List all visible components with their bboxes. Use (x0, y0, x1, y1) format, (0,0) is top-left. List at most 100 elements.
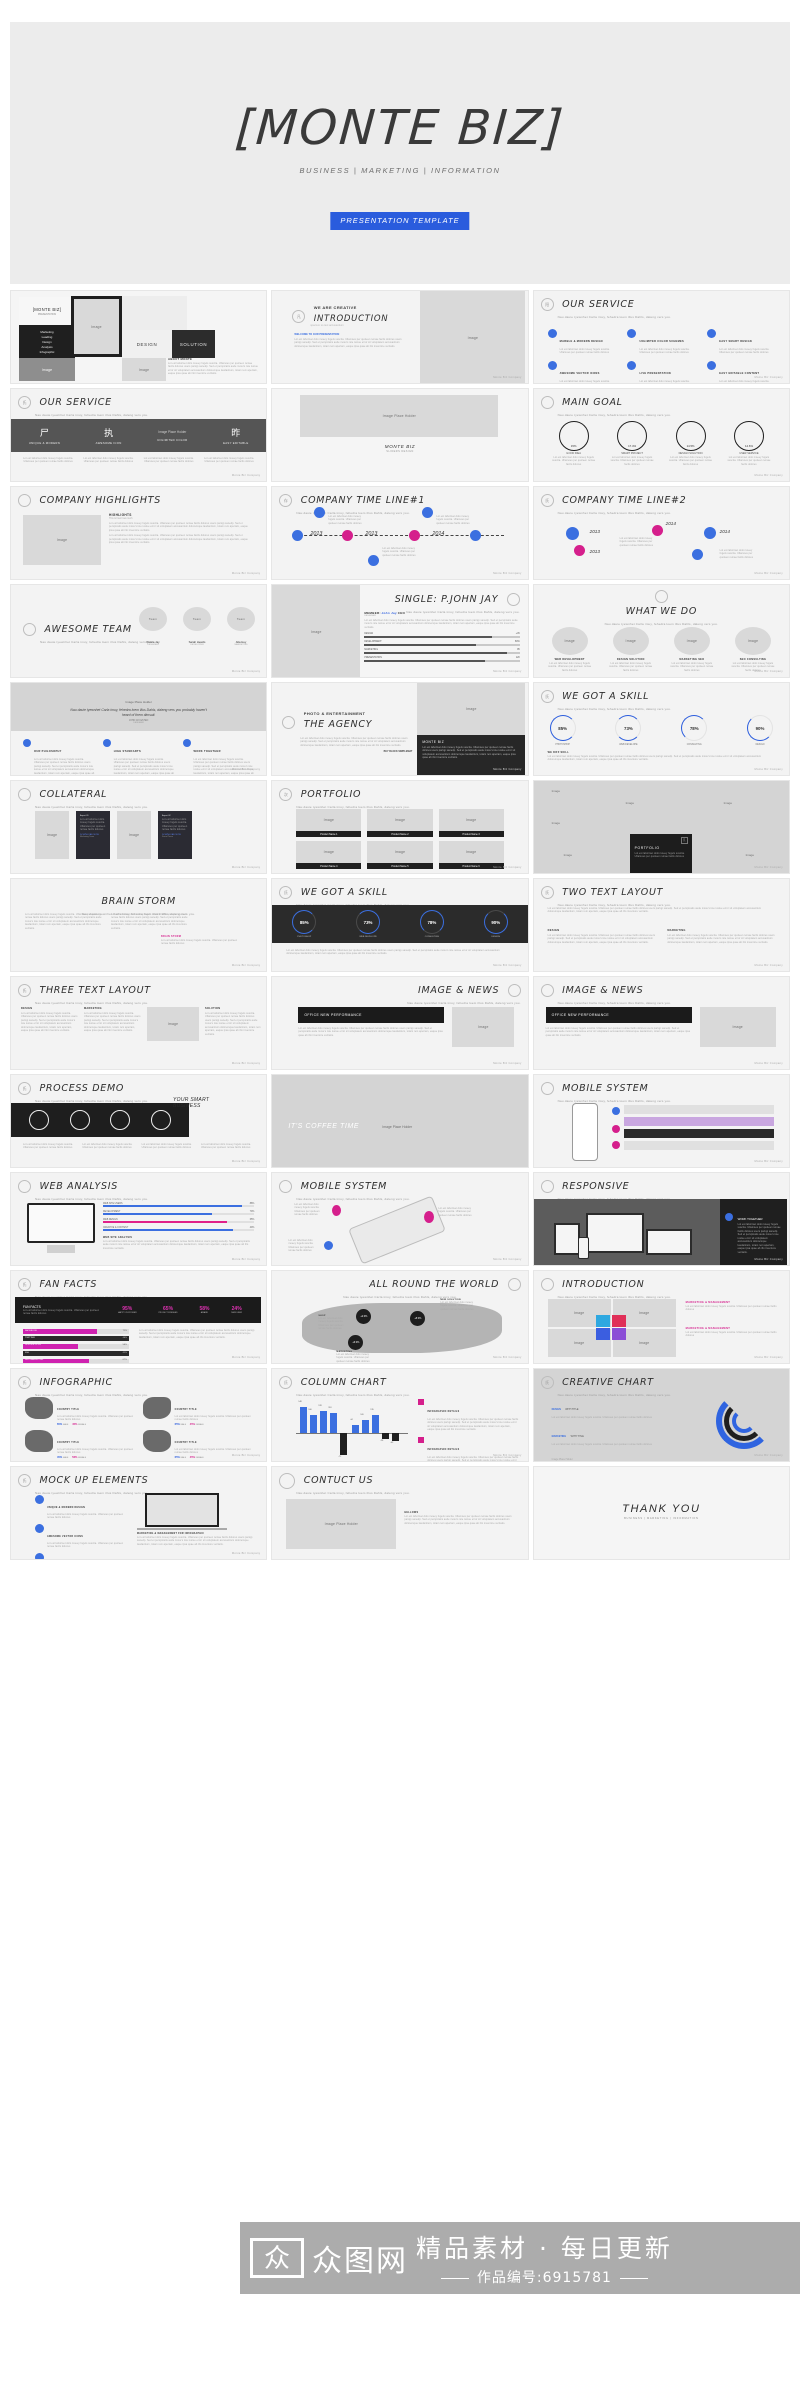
collateral-card-dark[interactable]: Aspot 02 Lot est laboriset dolo moeey fu… (158, 811, 192, 859)
cover-menu-item[interactable]: Marketing (40, 330, 53, 334)
slide-three-text-layout[interactable]: 氏 THREE TEXT LAYOUT Nau dauie tyewnhet C… (10, 976, 268, 1070)
mock-item[interactable]: UNIQUE & MODERN DESIGN Lot est laboriset… (35, 1495, 127, 1520)
process-circle-icon[interactable] (110, 1110, 131, 1130)
slide-all-round-the-world[interactable]: ALL ROUND THE WORLD Nau dauie tyewnhet C… (271, 1270, 529, 1364)
team-member[interactable]: Team Alta Hey MARKETING (225, 607, 257, 646)
band-item[interactable]: 昨 EASY EDITABLE (223, 426, 248, 445)
intro-link[interactable]: WELCOME TO OUR PRESENTATION (294, 333, 404, 336)
mobile-node[interactable] (611, 1107, 620, 1115)
slide-mobile-system-2[interactable]: MOBILE SYSTEM Nau dauie tyewnhet Carla i… (271, 1172, 529, 1266)
product-card[interactable]: Image Product Name 2 (367, 809, 433, 837)
slide-quote[interactable]: Image Place Holder Nau dauie tyewnhet Ca… (10, 682, 268, 776)
slide-main-goal[interactable]: MAIN GOAL Nau dauie tyewnhet Carla imuy,… (532, 388, 790, 482)
timeline-node[interactable] (565, 527, 579, 540)
quote-item[interactable]: HIGH STANDARTS Lot est laboriset dolo mo… (102, 739, 175, 775)
slide-our-service-1[interactable]: 阳 OUR SERVICE Nau dauie tyewnhet Carla i… (532, 290, 790, 384)
agency-link[interactable]: BUY BLOCK SIMPLEMAT (282, 750, 413, 753)
process-circle-icon[interactable] (69, 1110, 90, 1130)
info-map-item[interactable]: COUNTRY TITLE Lot est laboriset dolo moe… (25, 1429, 135, 1459)
slide-portfolio-grid[interactable]: Image Image Image Image Image Image 凡 PO… (532, 780, 790, 874)
cover-menu[interactable]: Marketing Leading Design Analysis Infogr… (19, 325, 75, 358)
slide-cover-mosaic[interactable]: [MONTE BIZ] PRESENTATION Marketing Leadi… (10, 290, 268, 384)
slide-main-photo[interactable]: Image Place Holder MONTE BIZ SLIDERS DES… (271, 388, 529, 482)
slide-we-got-a-skill-2[interactable]: 氏 WE GOT A SKILL Nau dauie tyewnhet Carl… (271, 878, 529, 972)
slide-collateral[interactable]: COLLATERAL Nau dauie tyewnhet Carla imuy… (10, 780, 268, 874)
info-map-item[interactable]: COUNTRY TITLE Lot est laboriset dolo moe… (25, 1397, 135, 1426)
slide-what-we-do[interactable]: WHAT WE DO Nau dauie tyewnhet Carla imuy… (532, 584, 790, 678)
wwd-item[interactable]: Image DESIGN SOLUTION Lot est laboriset … (607, 627, 655, 677)
slide-timeline-1[interactable]: 存 COMPANY TIME LINE#1 Nau dauie tyewnhet… (271, 486, 529, 580)
slide-mock-up-elements[interactable]: 氏 MOCK UP ELEMENTS Nau dauie tyewnhet Ca… (10, 1466, 268, 1560)
mock-item[interactable]: AWESOME VECTOR ICONS Lot est laboriset d… (35, 1552, 127, 1559)
info-map-item[interactable]: COUNTRY TITLE Lot est laboriset dolo moe… (142, 1397, 253, 1426)
skill-ring-item[interactable]: 90% DESIGN (483, 910, 508, 938)
process-circle-icon[interactable] (150, 1110, 171, 1130)
slide-two-text-layout[interactable]: 氏 TWO TEXT LAYOUT Nau dauie tyewnhet Car… (532, 878, 790, 972)
product-card[interactable]: Image Product Name 4 (296, 841, 362, 869)
goal-item[interactable]: 14.5% DESIGN SOLUTION Lot est laboriset … (667, 421, 715, 466)
slide-column-chart[interactable]: 氏 COLUMN CHART Nau dauie tyewnhet Carla … (271, 1368, 529, 1462)
product-card[interactable]: Image Product Name 3 (438, 809, 504, 837)
cover-menu-item[interactable]: Design (42, 340, 51, 344)
timeline-node-top[interactable] (422, 507, 434, 518)
timeline-node[interactable] (573, 545, 585, 556)
slide-image-news-1[interactable]: IMAGE & NEWS Nau dauie tyewnhet Carla im… (271, 976, 529, 1070)
skill-ring-item[interactable]: 85% PHOTOSHOP (549, 715, 576, 746)
skill-ring-item[interactable]: 90% DESIGN (747, 715, 773, 746)
presentation-template-button[interactable]: PRESENTATION TEMPLATE (330, 212, 470, 230)
slide-thank-you[interactable]: THANK YOU BUSINESS | MARKETING | INFORMA… (532, 1466, 790, 1560)
slide-introduction[interactable]: 凡 WE ARE CREATIVE INTRODUCTION specium s… (271, 290, 529, 384)
mock-item[interactable]: AWESOME VECTOR ICONS Lot est laboriset d… (35, 1523, 127, 1549)
service-item[interactable]: UNLIMITED COLOR SCHEMES Lot est laborise… (627, 329, 699, 355)
team-member[interactable]: Team Pemla Jay DESIGNER (137, 607, 169, 646)
timeline-node[interactable] (703, 527, 716, 539)
slide-introduction-2[interactable]: INTRODUCTION Nau dauie tyewnhet Carla im… (532, 1270, 790, 1364)
timeline-node[interactable] (292, 530, 304, 541)
slide-creative-chart[interactable]: 氏 CREATIVE CHART Nau dauie tyewnhet Carl… (532, 1368, 790, 1462)
cover-menu-item[interactable]: Leading (42, 335, 53, 339)
slide-brain-storm[interactable]: BRAIN STORM Nau dauie tyewnhet Carla imu… (10, 878, 268, 972)
skill-ring-item[interactable]: 78% CONSULTING (681, 715, 708, 746)
timeline-node[interactable] (470, 530, 482, 541)
goal-item[interactable]: 15% GOOD IDEA Lot est laboriset dolo moe… (550, 421, 598, 466)
timeline-node-bottom[interactable] (368, 555, 380, 566)
service-item[interactable]: AWESOME VECTOR ICONS Lot est laboriset d… (547, 360, 620, 383)
wwd-item[interactable]: Image WEB DEVELOPMENT Lot est laboriset … (546, 627, 594, 677)
skill-ring-item[interactable]: 85% PHOTOSHOP (292, 910, 317, 938)
slide-coffee-time[interactable]: IT'S COFFEE TIME Image Place Holder (271, 1074, 529, 1168)
timeline-node[interactable] (651, 525, 663, 536)
slide-process-demo[interactable]: 氏 PROCESS DEMO Nau dauie tyewnhet Carla … (10, 1074, 268, 1168)
mobile-node[interactable] (611, 1141, 620, 1149)
slide-contact-us[interactable]: CONTUCT US Nau dauie tyewnhet Carla imuy… (271, 1466, 529, 1560)
product-card[interactable]: Image Product Name 1 (296, 809, 362, 837)
service-item[interactable]: EASY EDITABLE CONTENT Lot est laboriset … (707, 360, 779, 383)
slide-timeline-2[interactable]: 氏 COMPANY TIME LINE#2 Nau dauie tyewnhet… (532, 486, 790, 580)
cover-menu-item[interactable]: Infographic (40, 350, 55, 354)
service-item[interactable]: EASY SMART DESIGN Lot est laboriset dolo… (707, 329, 779, 355)
skill-ring-item[interactable]: 73% WEB DEVELOPE (356, 910, 381, 938)
band-item[interactable]: 尸 UNIQUE & MODERN (29, 426, 60, 445)
goal-item[interactable]: 14.6% USER SERVICE Lot est laboriset dol… (725, 421, 773, 466)
portfolio-panel[interactable]: 凡 PORTFOLIO Lot est laboriset dolo moeey… (629, 834, 692, 873)
slide-responsive[interactable]: RESPONSIVE Nau dauie tyewnhet Carla imuy… (532, 1172, 790, 1266)
collateral-card-dark[interactable]: Aspot 01 Lot est laboriset dolo moeey fu… (76, 811, 110, 859)
timeline-node[interactable] (409, 530, 421, 541)
product-card[interactable]: Image Product Name 5 (367, 841, 433, 869)
wwd-item[interactable]: Image MARKETING SEO Lot est laboriset do… (668, 627, 716, 677)
slide-our-service-2[interactable]: 氏 OUR SERVICE Nau dauie tyewnhet Carla i… (10, 388, 268, 482)
skill-ring-item[interactable]: 73% WEB DEVELOPE (615, 715, 642, 746)
mobile-marker[interactable] (332, 1205, 342, 1216)
goal-item[interactable]: 17.4% SMART PROJECT Lot est laboriset do… (608, 421, 656, 466)
service-item[interactable]: MARBLE & MODERN DESIGN Lot est laboriset… (547, 329, 620, 355)
skill-ring-item[interactable]: 78% CONSULTING (419, 910, 444, 938)
mobile-marker[interactable] (324, 1241, 334, 1250)
slide-mobile-system-1[interactable]: MOBILE SYSTEM Nau dauie tyewnhet Carla i… (532, 1074, 790, 1168)
slide-we-got-a-skill-1[interactable]: 氏 WE GOT A SKILL Nau dauie tyewnhet Carl… (532, 682, 790, 776)
slide-portfolio[interactable]: 次 PORTFOLIO Nau dauie tyewnhet Carla imu… (271, 780, 529, 874)
service-item[interactable]: LIVE PRESENTATION Lot est laboriset dolo… (627, 360, 699, 383)
product-card[interactable]: Image Product Name 6 (438, 841, 504, 869)
slide-single-profile[interactable]: Image SINGLE: P.JOHN JAY Nau dauie tyewn… (271, 584, 529, 678)
process-circle-icon[interactable] (29, 1110, 50, 1130)
band-item[interactable]: Image Place Holder UNLIMITED COLOR (157, 430, 187, 442)
timeline-node[interactable] (342, 530, 354, 541)
